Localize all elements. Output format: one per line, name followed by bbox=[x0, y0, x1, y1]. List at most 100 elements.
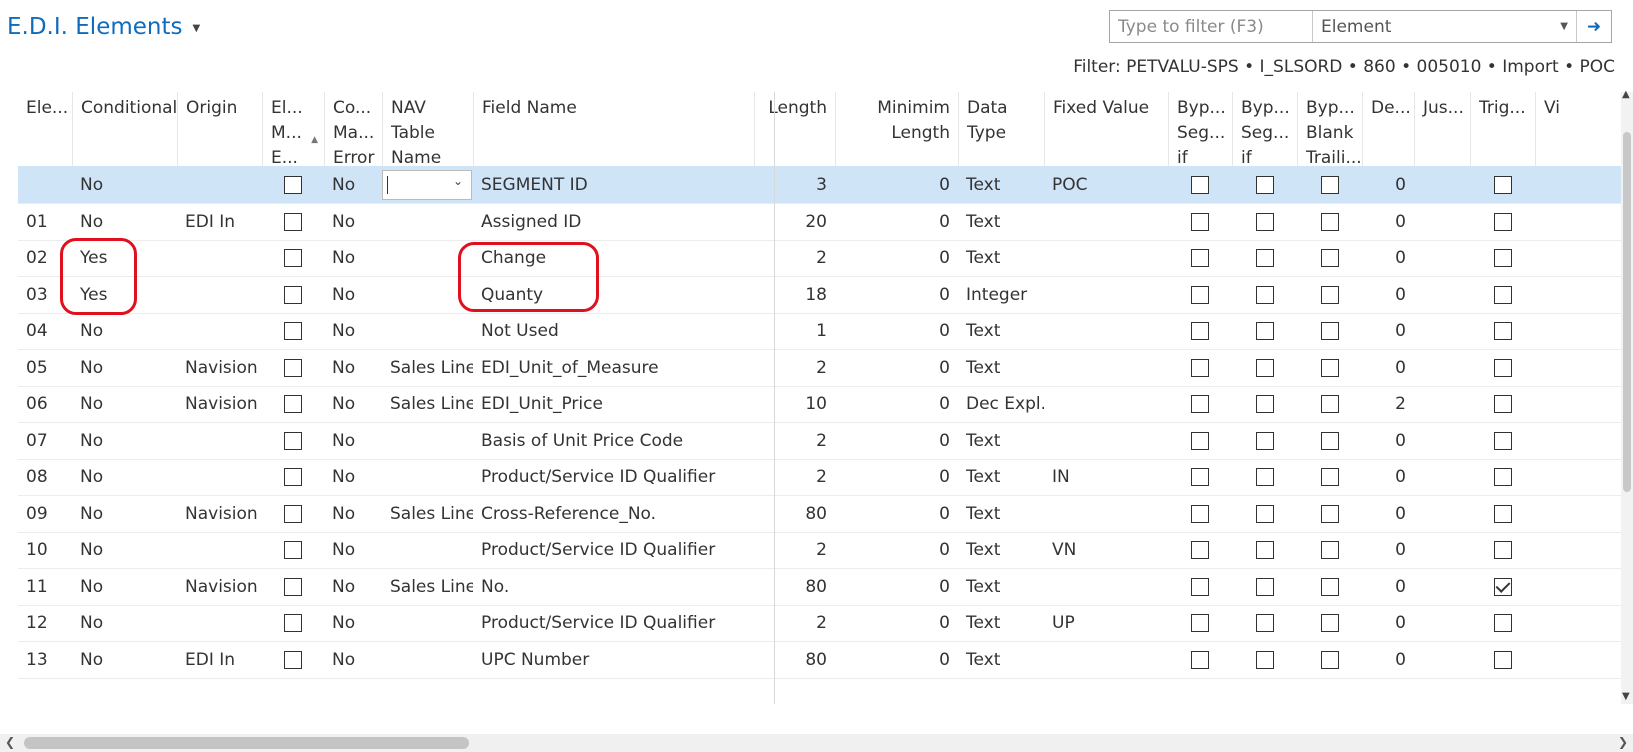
min-length-cell[interactable]: 0 bbox=[835, 276, 958, 314]
origin-cell[interactable]: Navision bbox=[177, 568, 262, 606]
bypass-blank-trailing-checkbox[interactable] bbox=[1321, 614, 1339, 632]
conditional-cell[interactable]: No bbox=[72, 641, 177, 679]
nav-table-cell[interactable] bbox=[382, 458, 473, 496]
origin-cell[interactable] bbox=[177, 312, 262, 350]
trigger-checkbox[interactable] bbox=[1494, 285, 1512, 304]
scroll-left-icon[interactable]: ❮ bbox=[5, 735, 15, 749]
decimals-cell[interactable]: 0 bbox=[1362, 641, 1414, 679]
conditional-cell[interactable]: No bbox=[72, 531, 177, 569]
table-row[interactable]: 04 No No Not Used 1 0 Text 0 bbox=[18, 312, 1626, 350]
field-name-cell[interactable]: SEGMENT ID bbox=[473, 166, 754, 204]
fixed-value-cell[interactable]: UP bbox=[1044, 604, 1168, 642]
fixed-value-cell[interactable] bbox=[1044, 568, 1168, 606]
col-justify-header[interactable]: Jus... bbox=[1414, 92, 1470, 174]
origin-cell[interactable] bbox=[177, 276, 262, 314]
min-length-cell[interactable]: 0 bbox=[835, 495, 958, 533]
bypass-segment-if-null-checkbox[interactable] bbox=[1256, 212, 1274, 231]
bypass-segment-if-blank-checkbox[interactable] bbox=[1191, 504, 1209, 523]
element-mandatory-checkbox[interactable] bbox=[284, 249, 302, 267]
bypass-segment-if-blank-checkbox[interactable] bbox=[1191, 322, 1209, 340]
length-cell[interactable]: 2 bbox=[754, 349, 835, 387]
scroll-right-icon[interactable]: ❯ bbox=[1618, 735, 1628, 749]
trigger-checkbox[interactable] bbox=[1494, 395, 1512, 413]
decimals-cell[interactable]: 0 bbox=[1362, 276, 1414, 314]
bypass-segment-if-null-checkbox[interactable] bbox=[1256, 541, 1274, 559]
bypass-blank-trailing-checkbox[interactable] bbox=[1321, 468, 1339, 486]
origin-cell[interactable] bbox=[177, 166, 262, 204]
fixed-value-cell[interactable] bbox=[1044, 349, 1168, 387]
fixed-value-cell[interactable] bbox=[1044, 385, 1168, 423]
bypass-segment-if-blank-checkbox[interactable] bbox=[1191, 358, 1209, 377]
col-fixed-value-header[interactable]: Fixed Value bbox=[1044, 92, 1168, 174]
min-length-cell[interactable]: 0 bbox=[835, 641, 958, 679]
fixed-value-cell[interactable] bbox=[1044, 641, 1168, 679]
bypass-blank-trailing-checkbox[interactable] bbox=[1321, 249, 1339, 267]
justify-cell[interactable] bbox=[1414, 531, 1470, 569]
element-mandatory-checkbox[interactable] bbox=[284, 577, 302, 596]
trigger-checkbox[interactable] bbox=[1494, 541, 1512, 559]
element-mandatory-checkbox[interactable] bbox=[284, 285, 302, 304]
element-mandatory-checkbox[interactable] bbox=[284, 395, 302, 413]
table-row[interactable]: 11 No Navision No Sales Line No. 80 0 Text 0 bbox=[18, 568, 1626, 606]
mandatory-error-cell[interactable]: No bbox=[324, 531, 382, 569]
length-cell[interactable]: 2 bbox=[754, 239, 835, 277]
min-length-cell[interactable]: 0 bbox=[835, 604, 958, 642]
mandatory-error-cell[interactable]: No bbox=[324, 458, 382, 496]
bypass-segment-if-blank-checkbox[interactable] bbox=[1191, 176, 1209, 194]
table-row[interactable]: 06 No Navision No Sales Line EDI_Unit_Price 10… bbox=[18, 385, 1626, 423]
element-cell[interactable]: 13 bbox=[18, 641, 72, 679]
length-cell[interactable]: 2 bbox=[754, 422, 835, 460]
chevron-down-icon[interactable]: ⌄ bbox=[453, 174, 463, 188]
justify-cell[interactable] bbox=[1414, 349, 1470, 387]
conditional-cell[interactable]: No bbox=[72, 166, 177, 204]
origin-cell[interactable] bbox=[177, 422, 262, 460]
bypass-segment-if-blank-checkbox[interactable] bbox=[1191, 468, 1209, 486]
table-row[interactable]: 12 No No Product/Service ID Qualifier 2 0 Text… bbox=[18, 604, 1626, 642]
mandatory-error-cell[interactable]: No bbox=[324, 203, 382, 241]
bypass-segment-if-blank-checkbox[interactable] bbox=[1191, 431, 1209, 450]
decimals-cell[interactable]: 0 bbox=[1362, 349, 1414, 387]
element-cell[interactable]: 10 bbox=[18, 531, 72, 569]
table-row[interactable]: 08 No No Product/Service ID Qualifier 2 0 Text… bbox=[18, 458, 1626, 496]
table-row[interactable]: 09 No Navision No Sales Line Cross-Reference_… bbox=[18, 495, 1626, 533]
length-cell[interactable]: 18 bbox=[754, 276, 835, 314]
nav-table-cell[interactable] bbox=[382, 422, 473, 460]
decimals-cell[interactable]: 0 bbox=[1362, 495, 1414, 533]
page-title[interactable]: E.D.I. Elements ▼ bbox=[7, 14, 200, 40]
title-caret-icon[interactable]: ▼ bbox=[192, 23, 200, 34]
min-length-cell[interactable]: 0 bbox=[835, 422, 958, 460]
trigger-checkbox[interactable] bbox=[1494, 212, 1512, 231]
field-name-cell[interactable]: Product/Service ID Qualifier bbox=[473, 531, 754, 569]
col-nav-table-header[interactable]: NAV Table Name bbox=[382, 92, 473, 174]
col-element-header[interactable]: Ele... bbox=[18, 92, 72, 174]
element-mandatory-checkbox[interactable] bbox=[284, 650, 302, 669]
bypass-segment-if-blank-checkbox[interactable] bbox=[1191, 249, 1209, 267]
col-length-header[interactable]: Length bbox=[754, 92, 835, 174]
conditional-cell[interactable]: No bbox=[72, 495, 177, 533]
element-cell[interactable]: 04 bbox=[18, 312, 72, 350]
data-type-cell[interactable]: Dec Expl... bbox=[958, 385, 1044, 423]
data-type-cell[interactable]: Text bbox=[958, 604, 1044, 642]
horizontal-scrollbar[interactable]: ❮ ❯ bbox=[0, 734, 1633, 752]
table-row[interactable]: 03 Yes No Quanty 18 0 Integer 0 bbox=[18, 276, 1626, 314]
col-visible-header[interactable]: Vi bbox=[1535, 92, 1575, 174]
length-cell[interactable]: 2 bbox=[754, 458, 835, 496]
mandatory-error-cell[interactable]: No bbox=[324, 641, 382, 679]
vertical-scroll-thumb[interactable] bbox=[1623, 132, 1631, 492]
decimals-cell[interactable]: 0 bbox=[1362, 312, 1414, 350]
mandatory-error-cell[interactable]: No bbox=[324, 568, 382, 606]
decimals-cell[interactable]: 0 bbox=[1362, 166, 1414, 204]
bypass-segment-if-null-checkbox[interactable] bbox=[1256, 504, 1274, 523]
trigger-checkbox[interactable] bbox=[1494, 431, 1512, 450]
field-name-cell[interactable]: Assigned ID bbox=[473, 203, 754, 241]
element-mandatory-checkbox[interactable] bbox=[284, 212, 302, 231]
data-type-cell[interactable]: Text bbox=[958, 239, 1044, 277]
fixed-value-cell[interactable] bbox=[1044, 276, 1168, 314]
element-mandatory-checkbox[interactable] bbox=[284, 614, 302, 632]
min-length-cell[interactable]: 0 bbox=[835, 203, 958, 241]
apply-filter-button[interactable]: ➜ bbox=[1577, 11, 1611, 42]
vertical-scrollbar[interactable]: ▲ ▼ bbox=[1621, 89, 1633, 704]
col-trigger-header[interactable]: Trig... bbox=[1470, 92, 1535, 174]
justify-cell[interactable] bbox=[1414, 604, 1470, 642]
justify-cell[interactable] bbox=[1414, 458, 1470, 496]
